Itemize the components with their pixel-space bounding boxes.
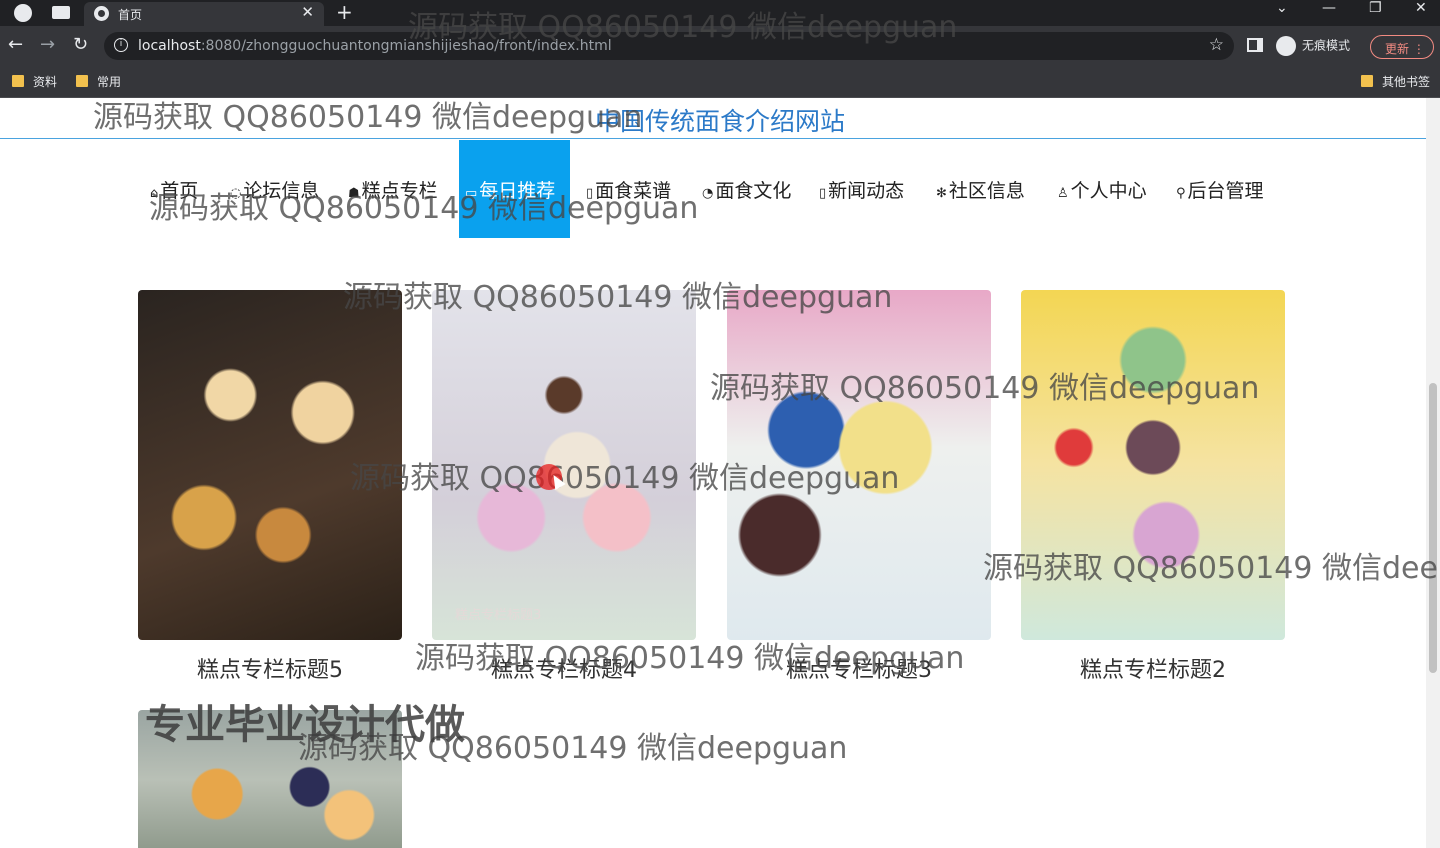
nav-label: 糕点专栏 xyxy=(361,180,438,202)
nav-label: 首页 xyxy=(160,180,199,202)
news-icon: ▯ xyxy=(819,186,827,201)
nav-item-recipes[interactable]: ▯ 面食菜谱 xyxy=(586,140,671,238)
restore-icon[interactable]: ❐ xyxy=(1369,0,1382,16)
incognito-icon xyxy=(1276,36,1296,56)
tab-list-icon[interactable]: ⌄ xyxy=(1276,0,1288,16)
bookmark-folder-0[interactable]: 资料 xyxy=(12,73,57,90)
calendar-icon: ▭ xyxy=(465,186,478,201)
url-text[interactable]: localhost:8080/zhongguochuantongmianshij… xyxy=(138,38,612,54)
pastry-card[interactable]: 糕点专栏标题2 xyxy=(1021,290,1285,684)
nav-label: 论坛信息 xyxy=(243,180,320,202)
main-nav: ⌂ 首页 ◌ 论坛信息 ☗ 糕点专栏 ▭ 每日推荐 ▯ 面食菜谱 ◔ 面食文化 ▯ 新闻动态 … xyxy=(0,140,1440,238)
pastry-card[interactable]: 糕点专栏标题5 xyxy=(138,290,402,684)
folder-icon xyxy=(1361,75,1373,87)
nav-label: 社区信息 xyxy=(948,180,1025,202)
nav-label: 面食文化 xyxy=(715,180,792,202)
nav-item-profile[interactable]: ♙ 个人中心 xyxy=(1057,140,1147,238)
nav-label: 后台管理 xyxy=(1187,180,1264,202)
pastry-caption[interactable]: 糕点专栏标题2 xyxy=(1021,652,1285,684)
pastry-caption[interactable]: 糕点专栏标题4 xyxy=(432,652,696,684)
bookmark-label: 资料 xyxy=(33,75,58,89)
book-icon: ▯ xyxy=(586,186,594,201)
nav-item-pastry[interactable]: ☗ 糕点专栏 xyxy=(348,140,438,238)
forward-icon[interactable]: → xyxy=(40,34,55,55)
nav-label: 个人中心 xyxy=(1070,180,1147,202)
update-label: 更新 xyxy=(1385,42,1410,56)
url-path: :8080/zhongguochuantongmianshijieshao/fr… xyxy=(200,38,612,54)
more-menu-icon[interactable]: ⋮ xyxy=(1413,42,1425,56)
nav-item-culture[interactable]: ◔ 面食文化 xyxy=(702,140,791,238)
close-window-icon[interactable]: ✕ xyxy=(1415,0,1427,16)
pastry-image[interactable] xyxy=(432,290,696,640)
other-bookmarks-label: 其他书签 xyxy=(1382,75,1431,89)
pastry-card[interactable]: 糕点专栏标题3 xyxy=(727,290,991,684)
nav-item-admin[interactable]: ⚲ 后台管理 xyxy=(1176,140,1264,238)
pastry-caption[interactable]: 糕点专栏标题3 xyxy=(727,652,991,684)
nav-item-community[interactable]: ✻ 社区信息 xyxy=(936,140,1025,238)
nav-item-home[interactable]: ⌂ 首页 xyxy=(150,140,198,238)
bookmarks-bar: 资料 常用 其他书签 xyxy=(0,66,1440,98)
chat-icon: ◌ xyxy=(230,186,242,201)
address-bar[interactable]: i localhost:8080/zhongguochuantongmiansh… xyxy=(104,32,1234,60)
pastry-card[interactable]: 糕点专栏标题4 xyxy=(432,290,696,684)
folder-icon xyxy=(76,75,88,87)
minimize-icon[interactable]: — xyxy=(1322,0,1336,16)
side-panel-icon[interactable] xyxy=(1247,38,1263,52)
pastry-image[interactable] xyxy=(138,290,402,640)
tab-home[interactable]: 首页 ✕ xyxy=(84,2,324,26)
bookmark-label: 常用 xyxy=(97,75,122,89)
home-icon: ⌂ xyxy=(150,186,159,201)
back-icon[interactable]: ← xyxy=(8,34,23,55)
close-tab-icon[interactable]: ✕ xyxy=(301,3,314,21)
user-icon: ♙ xyxy=(1057,186,1069,201)
scrollbar-thumb[interactable] xyxy=(1429,383,1437,673)
nav-item-daily[interactable]: ▭ 每日推荐 xyxy=(459,140,570,238)
gauge-icon: ◔ xyxy=(702,186,714,201)
nav-label: 每日推荐 xyxy=(479,180,556,202)
other-bookmarks[interactable]: 其他书签 xyxy=(1361,73,1430,90)
url-host: localhost xyxy=(138,38,201,54)
nav-label: 面食菜谱 xyxy=(595,180,672,202)
pastry-icon: ☗ xyxy=(348,186,360,201)
link-icon: ⚲ xyxy=(1176,186,1186,201)
site-title: 中国传统面食介绍网站 xyxy=(594,107,845,136)
browser-tab-strip: 首页 ✕ + ⌄ — ❐ ✕ xyxy=(0,0,1440,26)
incognito-label: 无痕模式 xyxy=(1302,38,1351,53)
tab-title: 首页 xyxy=(118,8,143,22)
reload-icon[interactable]: ↻ xyxy=(73,34,88,55)
nav-label: 新闻动态 xyxy=(828,180,905,202)
bookmark-folder-1[interactable]: 常用 xyxy=(76,73,121,90)
pastry-image[interactable] xyxy=(727,290,991,640)
globe-icon[interactable] xyxy=(14,4,32,22)
mouse-cursor-icon xyxy=(536,464,562,490)
promo-watermark: 专业毕业设计代做 xyxy=(145,702,465,748)
new-tab-button[interactable]: + xyxy=(336,0,353,24)
nav-item-forum[interactable]: ◌ 论坛信息 xyxy=(230,140,319,238)
snowflake-icon: ✻ xyxy=(936,186,947,201)
tab-search-icon[interactable] xyxy=(52,6,70,19)
browser-toolbar: ← → ↻ i localhost:8080/zhongguochuantong… xyxy=(0,26,1440,66)
bookmark-star-icon[interactable]: ☆ xyxy=(1209,35,1224,55)
pastry-caption[interactable]: 糕点专栏标题5 xyxy=(138,652,402,684)
page-scrollbar[interactable] xyxy=(1426,98,1440,848)
nav-item-news[interactable]: ▯ 新闻动态 xyxy=(819,140,904,238)
info-icon[interactable]: i xyxy=(114,38,128,52)
update-button[interactable]: 更新 ⋮ xyxy=(1370,35,1434,59)
image-overlay-caption: 糕点专栏标题3 xyxy=(455,608,542,623)
folder-icon xyxy=(12,75,24,87)
incognito-indicator[interactable]: 无痕模式 xyxy=(1276,36,1350,56)
globe-icon xyxy=(94,6,109,21)
header-divider xyxy=(0,138,1426,139)
pastry-image[interactable] xyxy=(1021,290,1285,640)
